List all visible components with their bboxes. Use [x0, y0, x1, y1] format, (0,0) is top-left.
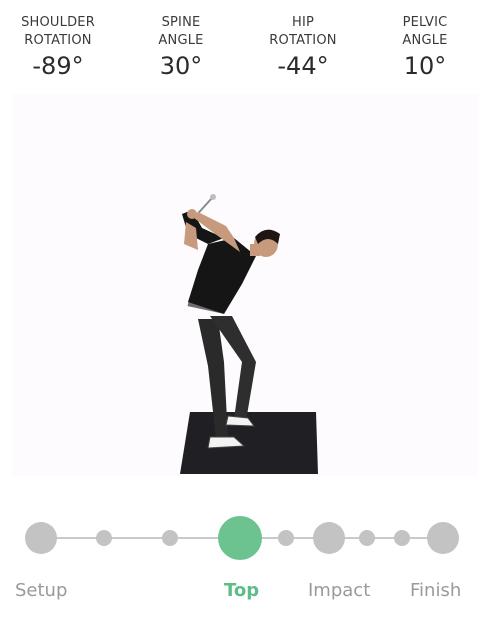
metric-pelvic-angle: PELVIC ANGLE 10° [370, 14, 480, 81]
phase-setup[interactable]: Setup [15, 580, 67, 601]
phase-labels: Setup Top Impact Finish [0, 580, 488, 610]
timeline-node-impact[interactable] [313, 522, 345, 554]
metric-label: HIP ROTATION [269, 15, 337, 48]
swing-photo [12, 94, 478, 476]
metric-label: SPINE ANGLE [158, 15, 204, 48]
phase-impact[interactable]: Impact [308, 580, 370, 601]
phase-top[interactable]: Top [224, 580, 259, 601]
timeline-node[interactable] [96, 530, 112, 546]
timeline-node[interactable] [394, 530, 410, 546]
timeline-node[interactable] [162, 530, 178, 546]
timeline-node-finish[interactable] [427, 522, 459, 554]
timeline-node-setup[interactable] [25, 522, 57, 554]
metric-shoulder-rotation: SHOULDER ROTATION -89° [3, 14, 113, 81]
metric-value: -44° [277, 52, 329, 80]
metric-label: PELVIC ANGLE [402, 15, 448, 48]
metric-value: 30° [159, 52, 203, 80]
timeline-node-top-active[interactable] [218, 516, 262, 560]
metric-hip-rotation: HIP ROTATION -44° [248, 14, 358, 81]
swing-phase-timeline [0, 510, 488, 570]
golfer-illustration [180, 194, 318, 474]
metric-spine-angle: SPINE ANGLE 30° [126, 14, 236, 81]
phase-finish[interactable]: Finish [410, 580, 461, 601]
swing-metrics-bar: SHOULDER ROTATION -89° SPINE ANGLE 30° H… [0, 0, 488, 92]
metric-value: 10° [403, 52, 447, 80]
metric-label: SHOULDER ROTATION [21, 15, 95, 48]
timeline-node[interactable] [278, 530, 294, 546]
metric-value: -89° [32, 52, 84, 80]
timeline-node[interactable] [359, 530, 375, 546]
